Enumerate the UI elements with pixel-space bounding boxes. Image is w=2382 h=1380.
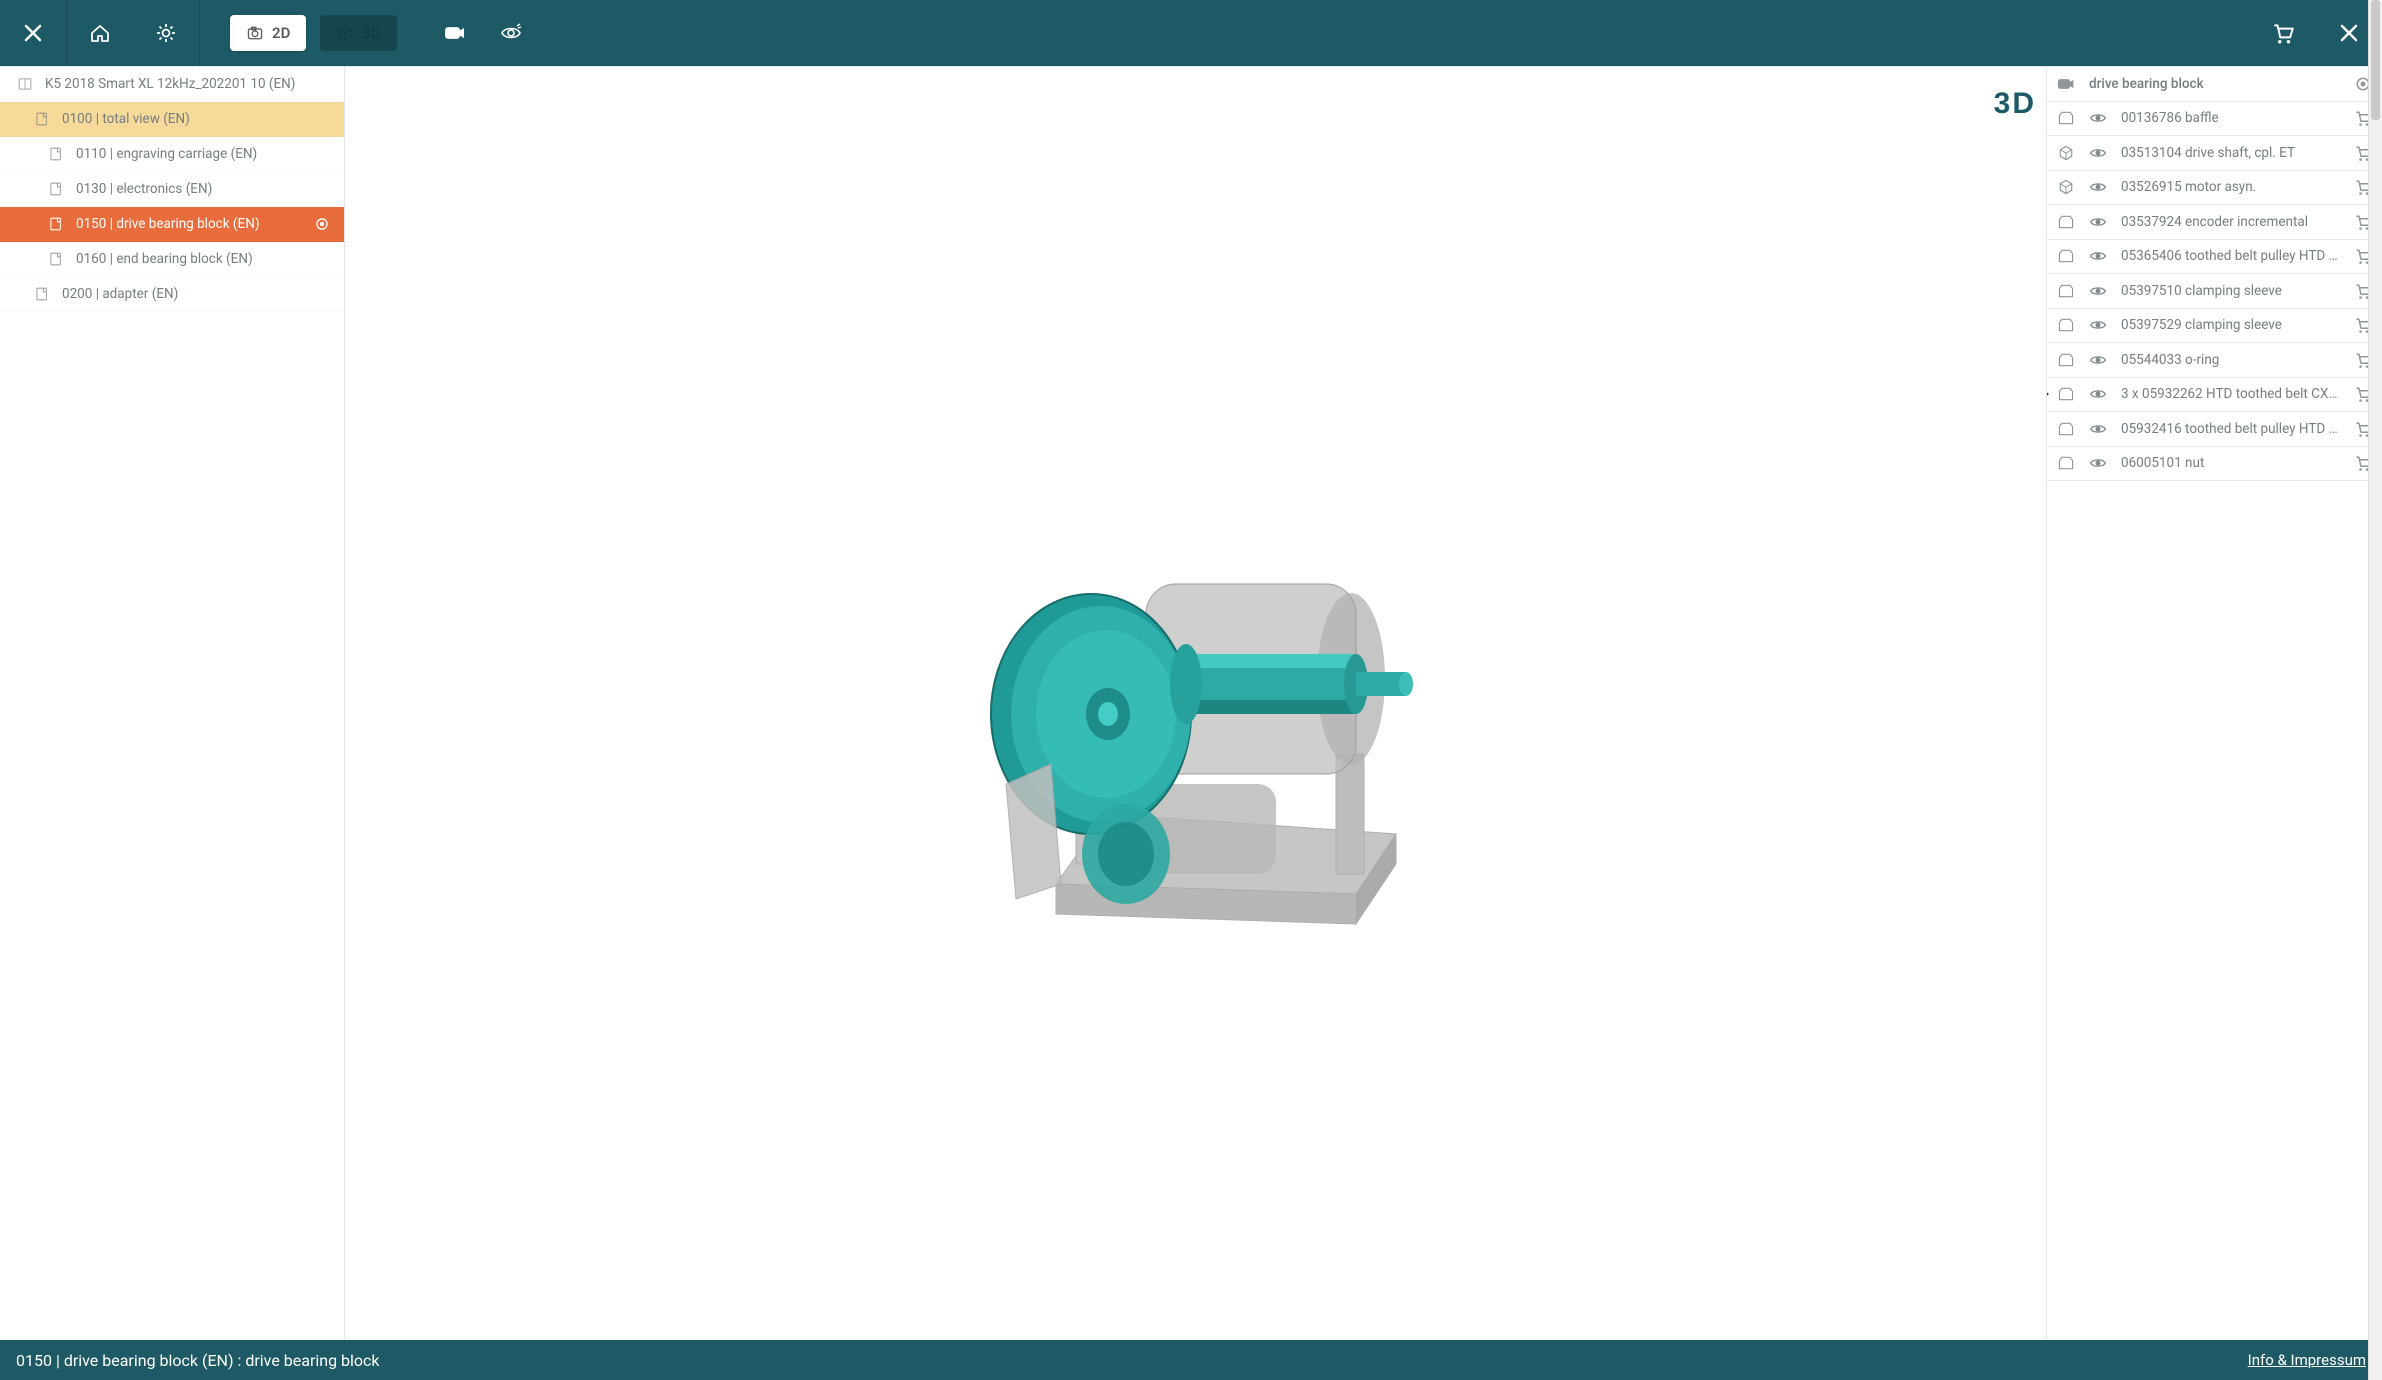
- cube-icon: [2057, 178, 2075, 196]
- parts-item-label: 05397529 clamping sleeve: [2121, 317, 2340, 333]
- shape-icon: [2057, 282, 2075, 300]
- parts-item-label: 05365406 toothed belt pulley HTD 320-3…: [2121, 248, 2340, 264]
- viewport-3d[interactable]: 3D: [345, 67, 2046, 1340]
- model-render: [936, 454, 1456, 954]
- view-3d-label: 3D: [362, 24, 380, 42]
- parts-item-label: 00136786 baffle: [2121, 110, 2340, 126]
- page-icon: [34, 111, 50, 127]
- shape-icon: [2057, 351, 2075, 369]
- visibility-icon[interactable]: [2089, 109, 2107, 127]
- video-icon: [2057, 75, 2075, 93]
- parts-item[interactable]: 05397529 clamping sleeve: [2047, 309, 2382, 344]
- parts-item-label: 03513104 drive shaft, cpl. ET: [2121, 145, 2340, 161]
- tree-item-label: 0160 | end bearing block (EN): [76, 251, 253, 267]
- page-icon: [48, 146, 64, 162]
- viewport-mode-badge: 3D: [1994, 87, 2036, 121]
- parts-item-label: 05544033 o-ring: [2121, 352, 2340, 368]
- shape-icon: [2057, 420, 2075, 438]
- tree-root[interactable]: K5 2018 Smart XL 12kHz_202201 10 (EN): [0, 67, 344, 102]
- tree-item[interactable]: 0100 | total view (EN): [0, 102, 344, 137]
- page-icon: [48, 216, 64, 232]
- settings-button[interactable]: [133, 0, 199, 66]
- visibility-icon[interactable]: [2089, 144, 2107, 162]
- visibility-icon[interactable]: [2089, 282, 2107, 300]
- parts-item[interactable]: 05932416 toothed belt pulley HTD 32-3…: [2047, 412, 2382, 447]
- tree-item-label: 0100 | total view (EN): [62, 111, 190, 127]
- parts-item[interactable]: 3 x 05932262 HTD toothed belt CXP spe…: [2047, 378, 2382, 413]
- visibility-icon[interactable]: [2089, 454, 2107, 472]
- parts-header-label: drive bearing block: [2089, 76, 2340, 92]
- status-bar: 0150 | drive bearing block (EN) : drive …: [0, 1340, 2382, 1380]
- tree-item[interactable]: 0130 | electronics (EN): [0, 172, 344, 207]
- target-icon[interactable]: [314, 216, 330, 232]
- tree-root-label: K5 2018 Smart XL 12kHz_202201 10 (EN): [45, 76, 296, 92]
- cube-icon: [2057, 144, 2075, 162]
- tree-panel: K5 2018 Smart XL 12kHz_202201 10 (EN) 01…: [0, 67, 345, 1340]
- visibility-icon[interactable]: [2089, 213, 2107, 231]
- parts-item[interactable]: 05397510 clamping sleeve: [2047, 274, 2382, 309]
- visibility-icon[interactable]: [2089, 178, 2107, 196]
- page-scrollbar[interactable]: [2368, 0, 2382, 1380]
- shape-icon: [2057, 213, 2075, 231]
- visibility-icon[interactable]: [2089, 385, 2107, 403]
- parts-item[interactable]: 03513104 drive shaft, cpl. ET: [2047, 136, 2382, 171]
- parts-item-label: 05397510 clamping sleeve: [2121, 283, 2340, 299]
- top-toolbar: 2D 3D: [0, 0, 2382, 66]
- shape-icon: [2057, 454, 2075, 472]
- tree-item-label: 0110 | engraving carriage (EN): [76, 146, 257, 162]
- view-2d-label: 2D: [272, 24, 290, 42]
- parts-item-label: 03537924 encoder incremental: [2121, 214, 2340, 230]
- visibility-icon[interactable]: [2089, 420, 2107, 438]
- parts-item[interactable]: 05365406 toothed belt pulley HTD 320-3…: [2047, 240, 2382, 275]
- close-button[interactable]: [0, 0, 66, 66]
- parts-item[interactable]: 05544033 o-ring: [2047, 343, 2382, 378]
- tree-item-label: 0200 | adapter (EN): [62, 286, 178, 302]
- parts-item[interactable]: 03537924 encoder incremental: [2047, 205, 2382, 240]
- tree-item[interactable]: 0150 | drive bearing block (EN): [0, 207, 344, 242]
- main-area: K5 2018 Smart XL 12kHz_202201 10 (EN) 01…: [0, 66, 2382, 1340]
- visibility-icon[interactable]: [2089, 316, 2107, 334]
- info-impressum-link[interactable]: Info & Impressum: [2248, 1351, 2366, 1369]
- shape-icon: [2057, 247, 2075, 265]
- caret-icon: [2046, 389, 2049, 399]
- status-path: 0150 | drive bearing block (EN) : drive …: [16, 1351, 380, 1370]
- parts-item-label: 05932416 toothed belt pulley HTD 32-3…: [2121, 421, 2340, 437]
- shape-icon: [2057, 385, 2075, 403]
- tree-item-label: 0150 | drive bearing block (EN): [76, 216, 260, 232]
- video-button[interactable]: [427, 0, 483, 66]
- page-icon: [48, 251, 64, 267]
- eye-scan-button[interactable]: [483, 0, 539, 66]
- parts-item-label: 06005101 nut: [2121, 455, 2340, 471]
- shape-icon: [2057, 316, 2075, 334]
- parts-item[interactable]: 03526915 motor asyn.: [2047, 171, 2382, 206]
- visibility-icon[interactable]: [2089, 351, 2107, 369]
- parts-item-label: 3 x 05932262 HTD toothed belt CXP spe…: [2121, 386, 2340, 402]
- page-icon: [34, 286, 50, 302]
- page-icon: [48, 181, 64, 197]
- visibility-icon[interactable]: [2089, 247, 2107, 265]
- cart-button[interactable]: [2250, 0, 2316, 66]
- home-button[interactable]: [67, 0, 133, 66]
- view-3d-button[interactable]: 3D: [320, 15, 396, 51]
- view-2d-button[interactable]: 2D: [230, 15, 306, 51]
- parts-item-label: 03526915 motor asyn.: [2121, 179, 2340, 195]
- tree-item[interactable]: 0200 | adapter (EN): [0, 277, 344, 312]
- tree-item-label: 0130 | electronics (EN): [76, 181, 212, 197]
- tree-item[interactable]: 0160 | end bearing block (EN): [0, 242, 344, 277]
- parts-item[interactable]: 06005101 nut: [2047, 447, 2382, 482]
- shape-icon: [2057, 109, 2075, 127]
- tree-item[interactable]: 0110 | engraving carriage (EN): [0, 137, 344, 172]
- parts-panel: drive bearing block 00136786 baffle 03513…: [2046, 67, 2382, 1340]
- parts-header[interactable]: drive bearing block: [2047, 67, 2382, 102]
- parts-item[interactable]: 00136786 baffle: [2047, 102, 2382, 137]
